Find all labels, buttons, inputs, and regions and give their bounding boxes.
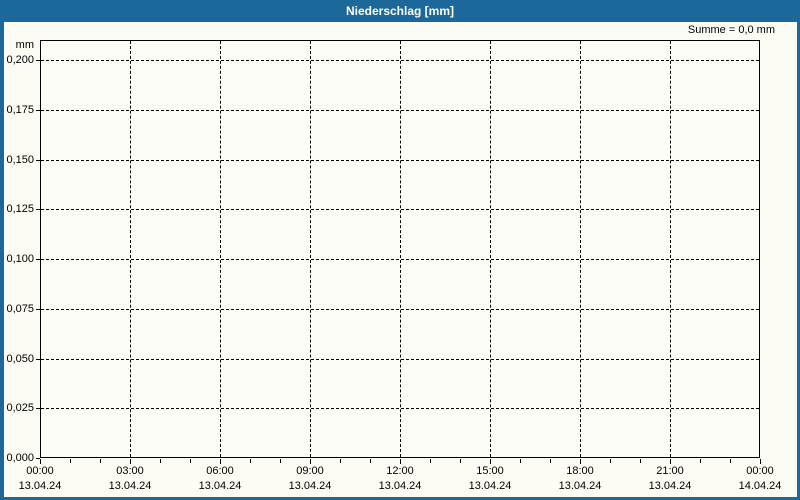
x-axis-minor-tick xyxy=(430,459,431,463)
x-axis-minor-tick xyxy=(70,459,71,463)
y-axis-tick xyxy=(36,408,40,410)
x-axis-minor-tick xyxy=(160,459,161,463)
x-axis-minor-tick xyxy=(250,459,251,463)
x-axis-minor-tick xyxy=(700,459,701,463)
x-gridline xyxy=(490,41,491,457)
y-axis-tick xyxy=(36,109,40,111)
x-axis-tick xyxy=(670,459,671,464)
chart-title-bar: Niederschlag [mm] xyxy=(0,0,800,22)
x-gridline xyxy=(580,41,581,457)
y-axis-tick xyxy=(36,159,40,161)
plot-area xyxy=(40,40,760,458)
y-axis-label: 0,000 xyxy=(6,452,34,464)
x-axis-time-label: 00:00 xyxy=(26,465,54,477)
sum-annotation: Summe = 0,0 mm xyxy=(687,24,775,36)
x-axis-date-label: 13.04.24 xyxy=(198,480,242,492)
x-gridline xyxy=(670,41,671,457)
x-axis-minor-tick xyxy=(460,459,461,463)
x-axis-minor-tick xyxy=(370,459,371,463)
x-axis-minor-tick xyxy=(280,459,281,463)
x-axis-minor-tick xyxy=(730,459,731,463)
x-axis-time-label: 12:00 xyxy=(386,465,414,477)
x-axis-date-label: 13.04.24 xyxy=(468,480,512,492)
y-axis-label: 0,050 xyxy=(6,352,34,365)
x-axis-time-label: 18:00 xyxy=(566,465,594,477)
x-axis-date-label: 13.04.24 xyxy=(288,480,332,492)
y-axis-label: 0,100 xyxy=(6,253,34,265)
x-axis-time-label: 03:00 xyxy=(116,465,144,477)
x-axis-date-label: 13.04.24 xyxy=(558,480,602,492)
x-gridline xyxy=(220,41,221,457)
x-axis-date-label: 13.04.24 xyxy=(18,480,62,492)
x-axis-tick xyxy=(220,459,221,464)
y-axis-tick xyxy=(36,209,40,211)
x-axis-minor-tick xyxy=(550,459,551,463)
x-axis-tick xyxy=(760,459,761,464)
x-gridline xyxy=(400,41,401,457)
x-gridline xyxy=(130,41,131,457)
x-axis-tick xyxy=(130,459,131,464)
chart-window: Niederschlag [mm] Summe = 0,0 mm mm 0,00… xyxy=(0,0,800,500)
x-axis-time-label: 15:00 xyxy=(476,465,504,477)
x-axis-tick xyxy=(580,459,581,464)
y-axis-tick xyxy=(36,308,40,310)
x-axis-minor-tick xyxy=(340,459,341,463)
x-axis-minor-tick xyxy=(100,459,101,463)
y-axis-label: 0,200 xyxy=(6,54,34,66)
x-axis-tick xyxy=(310,459,311,464)
x-axis-time-label: 00:00 xyxy=(746,465,774,477)
x-axis-minor-tick xyxy=(520,459,521,463)
x-axis-minor-tick xyxy=(610,459,611,463)
y-axis-tick xyxy=(36,259,40,260)
chart-title: Niederschlag [mm] xyxy=(345,4,455,18)
y-axis-label: 0,125 xyxy=(6,203,34,216)
x-axis-date-label: 13.04.24 xyxy=(108,480,152,492)
x-axis-tick xyxy=(490,459,491,464)
y-axis-label: 0,075 xyxy=(6,302,34,315)
x-gridline xyxy=(310,41,311,457)
x-axis-date-label: 13.04.24 xyxy=(648,480,692,492)
x-axis-minor-tick xyxy=(640,459,641,463)
y-axis-label: 0,150 xyxy=(6,153,34,166)
y-axis-tick xyxy=(36,60,40,61)
x-axis-tick xyxy=(400,459,401,464)
x-axis-time-label: 09:00 xyxy=(296,465,324,477)
x-axis-time-label: 06:00 xyxy=(206,465,234,477)
y-axis-label: 0,175 xyxy=(6,103,34,116)
x-axis-date-label: 13.04.24 xyxy=(378,480,422,492)
x-axis-minor-tick xyxy=(190,459,191,463)
x-axis-tick xyxy=(40,459,41,464)
x-axis-date-label: 14.04.24 xyxy=(738,480,782,492)
x-axis-time-label: 21:00 xyxy=(656,465,684,477)
y-axis-unit-label: mm xyxy=(15,39,34,51)
y-axis-label: 0,025 xyxy=(6,402,34,415)
y-axis-tick xyxy=(36,358,40,360)
